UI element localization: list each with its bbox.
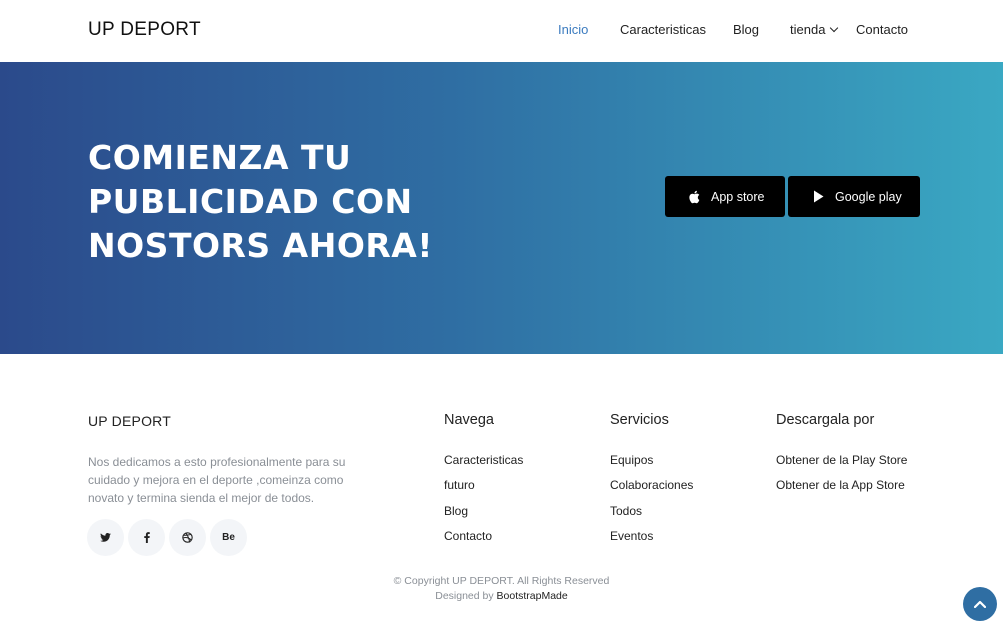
footer-description: Nos dedicamos a esto profesionalmente pa… [88, 455, 346, 505]
behance-icon[interactable]: Be [210, 519, 247, 556]
copyright-text: © Copyright UP DEPORT. All Rights Reserv… [393, 575, 610, 587]
footer-list-descargala: Obtener de la Play Store Obtener de la A… [776, 453, 907, 504]
play-icon [811, 190, 825, 204]
footer-link[interactable]: Contacto [444, 529, 523, 554]
designed-by-link[interactable]: BootstrapMade [497, 590, 568, 602]
footer-col-title-navega: Navega [444, 412, 494, 428]
nav-item-inicio[interactable]: Inicio [558, 22, 588, 37]
nav-item-contacto[interactable]: Contacto [856, 22, 908, 37]
footer-list-navega: Caracteristicas futuro Blog Contacto [444, 453, 523, 554]
designed-by-prefix: Designed by [435, 590, 494, 602]
chevron-down-icon [830, 23, 839, 33]
footer-link[interactable]: Obtener de la App Store [776, 478, 907, 503]
footer-link[interactable]: Todos [610, 504, 693, 529]
footer-col-title-descargala: Descargala por [776, 412, 875, 428]
hero-section: COMIENZA TU PUBLICIDAD CON NOSTORS AHORA… [0, 62, 1003, 354]
twitter-icon[interactable] [87, 519, 124, 556]
main-nav: Inicio Caracteristicas Blog tienda Conta… [0, 22, 1003, 42]
behance-label: Be [222, 532, 235, 543]
google-play-button[interactable]: Google play [788, 176, 920, 217]
nav-item-tienda[interactable]: tienda [790, 22, 839, 37]
nav-item-caracteristicas[interactable]: Caracteristicas [620, 22, 706, 37]
nav-item-tienda-label: tienda [790, 22, 826, 37]
footer-col-title-servicios: Servicios [610, 412, 669, 428]
back-to-top-button[interactable] [963, 587, 997, 621]
facebook-icon[interactable] [128, 519, 165, 556]
app-store-button[interactable]: App store [665, 176, 785, 217]
footer-brand: UP DEPORT [88, 413, 171, 429]
nav-item-blog[interactable]: Blog [733, 22, 759, 37]
footer-link[interactable]: Obtener de la Play Store [776, 453, 907, 478]
footer-link[interactable]: Eventos [610, 529, 693, 554]
chevron-up-icon [974, 600, 986, 608]
dribbble-icon[interactable] [169, 519, 206, 556]
footer-list-servicios: Equipos Colaboraciones Todos Eventos [610, 453, 693, 554]
site-header: UP DEPORT Inicio Caracteristicas Blog ti… [0, 0, 1003, 62]
copyright: © Copyright UP DEPORT. All Rights Reserv… [0, 574, 1003, 604]
app-store-label: App store [711, 189, 765, 204]
footer-link[interactable]: futuro [444, 478, 523, 503]
footer-link[interactable]: Equipos [610, 453, 693, 478]
designed-by: Designed by BootstrapMade [0, 589, 1003, 604]
hero-title: COMIENZA TU PUBLICIDAD CON NOSTORS AHORA… [88, 138, 433, 265]
apple-icon [687, 190, 701, 204]
footer-link[interactable]: Blog [444, 504, 523, 529]
footer-link[interactable]: Caracteristicas [444, 453, 523, 478]
footer-link[interactable]: Colaboraciones [610, 478, 693, 503]
google-play-label: Google play [835, 189, 902, 204]
